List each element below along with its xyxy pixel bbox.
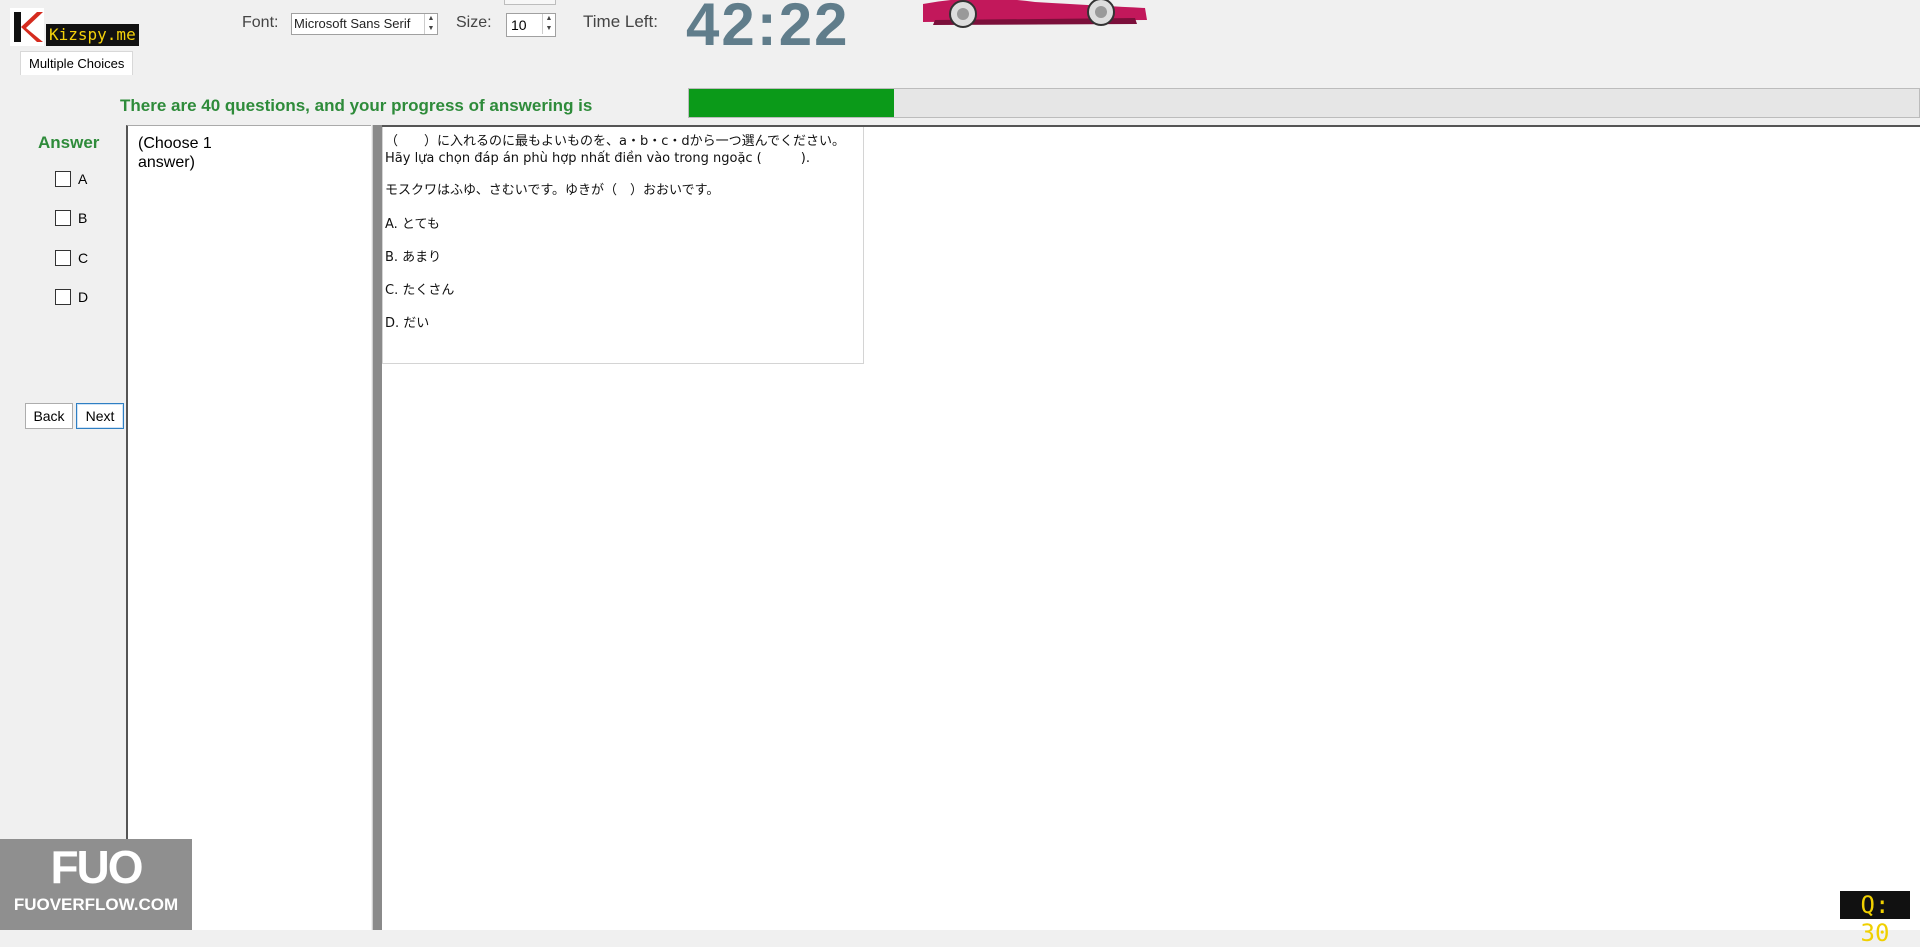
car-image-icon [923, 0, 1147, 28]
watermark-small-text: FUOVERFLOW.COM [13, 895, 179, 914]
choice-b: B. あまり [385, 250, 442, 265]
watermark-big-text: FUO [50, 841, 143, 893]
instruction-vietnamese: Hãy lựa chọn đáp án phù hợp nhất điền và… [385, 151, 810, 166]
checkbox[interactable] [55, 210, 71, 226]
answer-title: Answer [38, 133, 100, 152]
tab-multiple-choices[interactable]: Multiple Choices [20, 51, 134, 75]
progress-bar [688, 88, 1920, 118]
size-input[interactable]: 10 ▲ ▼ [506, 13, 556, 37]
answer-option-a[interactable]: A [55, 171, 87, 187]
watermark-logo: FUO FUOVERFLOW.COM [0, 839, 192, 930]
option-label: D [78, 289, 89, 305]
back-button[interactable]: Back [25, 403, 73, 429]
size-spinner-icon[interactable]: ▲ ▼ [542, 14, 555, 34]
font-spinner-icon[interactable]: ▲ ▼ [424, 14, 437, 34]
choice-d: D. だい [385, 316, 430, 331]
choose-hint: (Choose 1 answer) [138, 135, 212, 171]
checkbox[interactable] [55, 250, 71, 266]
timer: 42:22 [686, 0, 850, 58]
next-button[interactable]: Next [76, 403, 124, 429]
choose-panel: (Choose 1 answer) [126, 125, 371, 930]
progress-text: There are 40 questions, and your progres… [120, 96, 593, 115]
choice-c: C. たくさん [385, 283, 455, 298]
option-label: B [78, 210, 88, 226]
option-label: C [78, 250, 89, 266]
choice-a: A. とても [385, 217, 440, 232]
font-value: Microsoft Sans Serif [294, 16, 411, 31]
answer-option-c[interactable]: C [55, 250, 88, 266]
checkbox[interactable] [55, 171, 71, 187]
size-label: Size: [456, 14, 492, 31]
app-logo: Kizspy.me [10, 8, 139, 46]
option-label: A [78, 171, 88, 187]
answer-option-d[interactable]: D [55, 289, 88, 305]
question-box: （ ）に入れるのに最もよいものを、a・b・c・dから一つ選んでください。 Hãy… [382, 127, 864, 364]
k-logo-icon [10, 8, 44, 46]
answer-option-b[interactable]: B [55, 210, 87, 226]
size-popup-edge [504, 0, 556, 5]
checkbox[interactable] [55, 289, 71, 305]
time-left-label: Time Left: [583, 12, 658, 31]
question-counter: Q: 30 [1840, 891, 1910, 947]
question-area: （ ）に入れるのに最もよいものを、a・b・c・dから一つ選んでください。 Hãy… [382, 125, 1920, 930]
size-value: 10 [511, 17, 527, 33]
progress-fill [689, 89, 895, 117]
question-sentence: モスクワはふゆ、さむいです。ゆきが（ ）おおいです。 [385, 183, 720, 198]
logo-text: Kizspy.me [46, 24, 139, 46]
font-label: Font: [242, 14, 279, 31]
font-select[interactable]: Microsoft Sans Serif ▲ ▼ [291, 13, 438, 35]
